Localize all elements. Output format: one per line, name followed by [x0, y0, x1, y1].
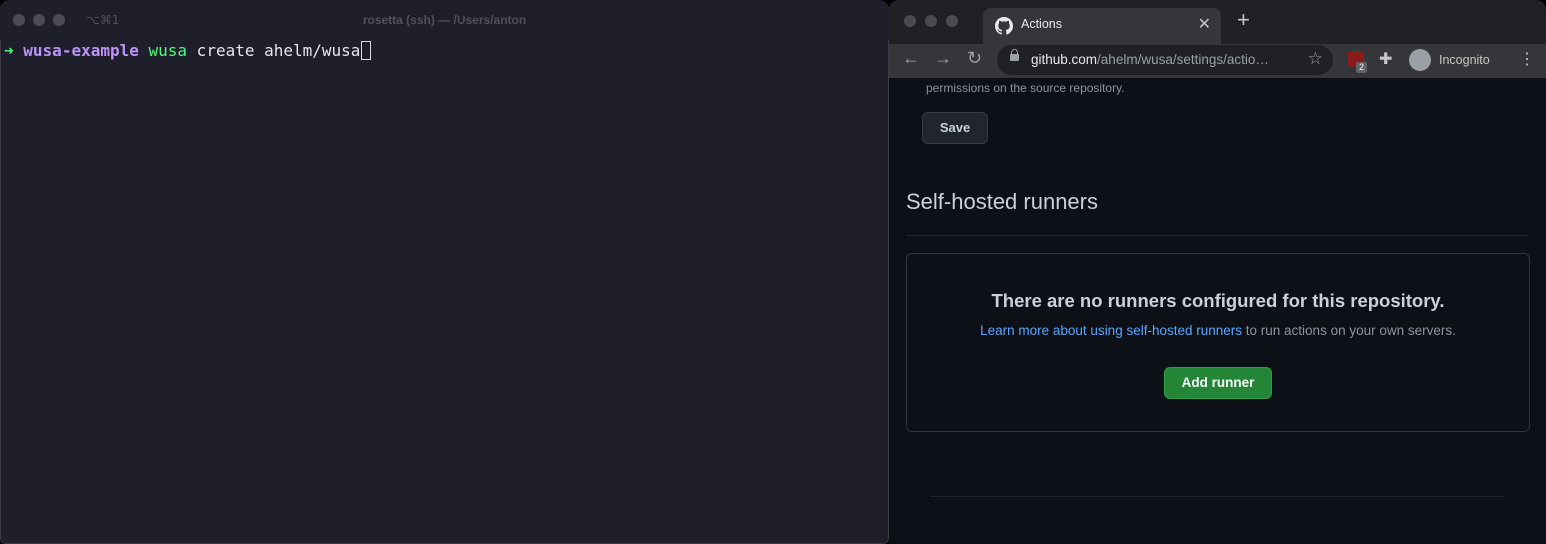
- extension-badge: 2: [1356, 62, 1367, 73]
- learn-more-link[interactable]: Learn more about using self-hosted runne…: [980, 323, 1242, 338]
- section-divider: [906, 235, 1529, 236]
- section-title: Self-hosted runners: [906, 189, 1098, 214]
- empty-state-heading: There are no runners configured for this…: [991, 290, 1445, 311]
- runners-empty-state: There are no runners configured for this…: [906, 253, 1530, 432]
- github-icon: [995, 17, 1013, 35]
- address-url: github.com/ahelm/wusa/settings/actio…: [1031, 52, 1269, 67]
- tab-strip: Actions ✕ +: [889, 0, 1546, 44]
- lock-icon: [1010, 49, 1019, 61]
- tab-title: Actions: [1021, 17, 1062, 31]
- extensions-puzzle-icon[interactable]: ✚: [1379, 49, 1392, 69]
- terminal-window: ⌥⌘1 rosetta (ssh) — /Users/anton ➜ wusa-…: [0, 0, 889, 544]
- forward-icon[interactable]: →: [934, 48, 952, 69]
- browser-minimize-window-button[interactable]: [925, 15, 937, 27]
- tab-actions[interactable]: Actions ✕: [983, 8, 1221, 44]
- terminal-titlebar: ⌥⌘1 rosetta (ssh) — /Users/anton: [0, 0, 889, 40]
- terminal-title: rosetta (ssh) — /Users/anton: [362, 13, 527, 27]
- url-path: /ahelm/wusa/settings/actio…: [1097, 52, 1269, 67]
- footer-divider: [930, 496, 1505, 497]
- address-bar[interactable]: github.com/ahelm/wusa/settings/actio… ☆: [997, 45, 1333, 75]
- empty-state-description: Learn more about using self-hosted runne…: [907, 323, 1529, 338]
- url-host: github.com: [1031, 52, 1098, 67]
- reload-icon[interactable]: ↻: [967, 48, 982, 69]
- page-content: permissions on the source repository. Sa…: [889, 78, 1546, 544]
- prompt-arrow-icon: ➜: [4, 41, 14, 60]
- incognito-icon[interactable]: [1409, 49, 1431, 71]
- typed-command: wusa: [148, 41, 188, 60]
- bookmark-star-icon[interactable]: ☆: [1308, 49, 1323, 69]
- back-icon[interactable]: ←: [902, 48, 920, 69]
- browser-menu-icon[interactable]: ⋮: [1519, 49, 1535, 69]
- add-runner-button[interactable]: Add runner: [1164, 367, 1272, 399]
- save-button[interactable]: Save: [922, 112, 988, 144]
- typed-arguments: create ahelm/wusa: [187, 41, 361, 60]
- browser-window: Actions ✕ + ← → ↻ github.com/ahelm/wusa/…: [889, 0, 1546, 544]
- learn-more-suffix: to run actions on your own servers.: [1242, 323, 1456, 338]
- terminal-command-line[interactable]: ➜ wusa-example wusa create ahelm/wusa: [4, 41, 372, 60]
- new-tab-icon[interactable]: +: [1237, 9, 1250, 31]
- browser-zoom-window-button[interactable]: [946, 15, 958, 27]
- incognito-label[interactable]: Incognito: [1439, 53, 1490, 67]
- terminal-cursor: [361, 41, 372, 60]
- close-tab-icon[interactable]: ✕: [1198, 14, 1211, 34]
- permissions-text: permissions on the source repository.: [926, 81, 1125, 95]
- browser-toolbar: ← → ↻ github.com/ahelm/wusa/settings/act…: [889, 44, 1546, 78]
- prompt-directory: wusa-example: [23, 41, 139, 60]
- browser-close-window-button[interactable]: [904, 15, 916, 27]
